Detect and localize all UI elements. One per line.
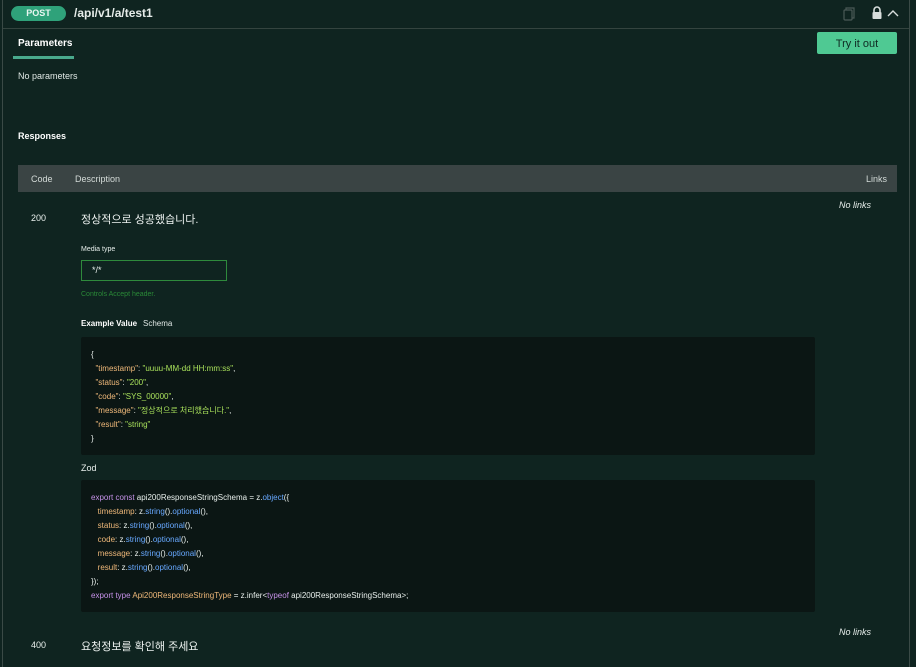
response-code: 200 bbox=[31, 213, 47, 223]
operation-panel: POST /api/v1/a/test1 Parameters Try it o… bbox=[2, 0, 910, 667]
try-it-out-button[interactable]: Try it out bbox=[817, 32, 897, 54]
response-description: 정상적으로 성공했습니다. bbox=[81, 214, 199, 226]
copy-icon[interactable] bbox=[843, 7, 855, 21]
response-description: 요청정보를 확인해 주세요 bbox=[81, 641, 199, 653]
controls-accept-text: Controls Accept header. bbox=[81, 291, 156, 298]
responses-heading: Responses bbox=[18, 131, 67, 141]
responses-table-header: Code Description Links bbox=[18, 165, 897, 192]
tab-example-value[interactable]: Example Value bbox=[81, 319, 137, 328]
zod-label: Zod bbox=[81, 463, 97, 473]
column-description: Description bbox=[75, 174, 121, 184]
endpoint-path[interactable]: /api/v1/a/test1 bbox=[74, 6, 153, 20]
media-type-select[interactable]: */* bbox=[81, 260, 227, 281]
example-value-code-block[interactable]: { "timestamp": "uuuu-MM-dd HH:mm:ss", "s… bbox=[81, 337, 815, 455]
response-links: No links bbox=[839, 200, 872, 210]
tab-parameters[interactable]: Parameters bbox=[18, 38, 72, 49]
column-links: Links bbox=[866, 174, 888, 184]
column-code: Code bbox=[31, 174, 53, 184]
example-json: { "timestamp": "uuuu-MM-dd HH:mm:ss", "s… bbox=[91, 350, 236, 443]
zod-code-block[interactable]: export const api200ResponseStringSchema … bbox=[81, 480, 815, 612]
operation-header[interactable]: POST /api/v1/a/test1 bbox=[3, 0, 909, 29]
response-links: No links bbox=[839, 627, 872, 637]
response-code: 400 bbox=[31, 640, 47, 650]
media-type-label: Media type bbox=[81, 246, 116, 253]
zod-schema-code: export const api200ResponseStringSchema … bbox=[91, 493, 409, 600]
no-parameters-text: No parameters bbox=[18, 71, 78, 81]
lock-icon[interactable] bbox=[871, 6, 883, 20]
tab-schema[interactable]: Schema bbox=[143, 319, 172, 328]
tab-underline bbox=[13, 56, 74, 59]
method-badge: POST bbox=[11, 6, 66, 21]
chevron-up-icon[interactable] bbox=[886, 7, 900, 19]
